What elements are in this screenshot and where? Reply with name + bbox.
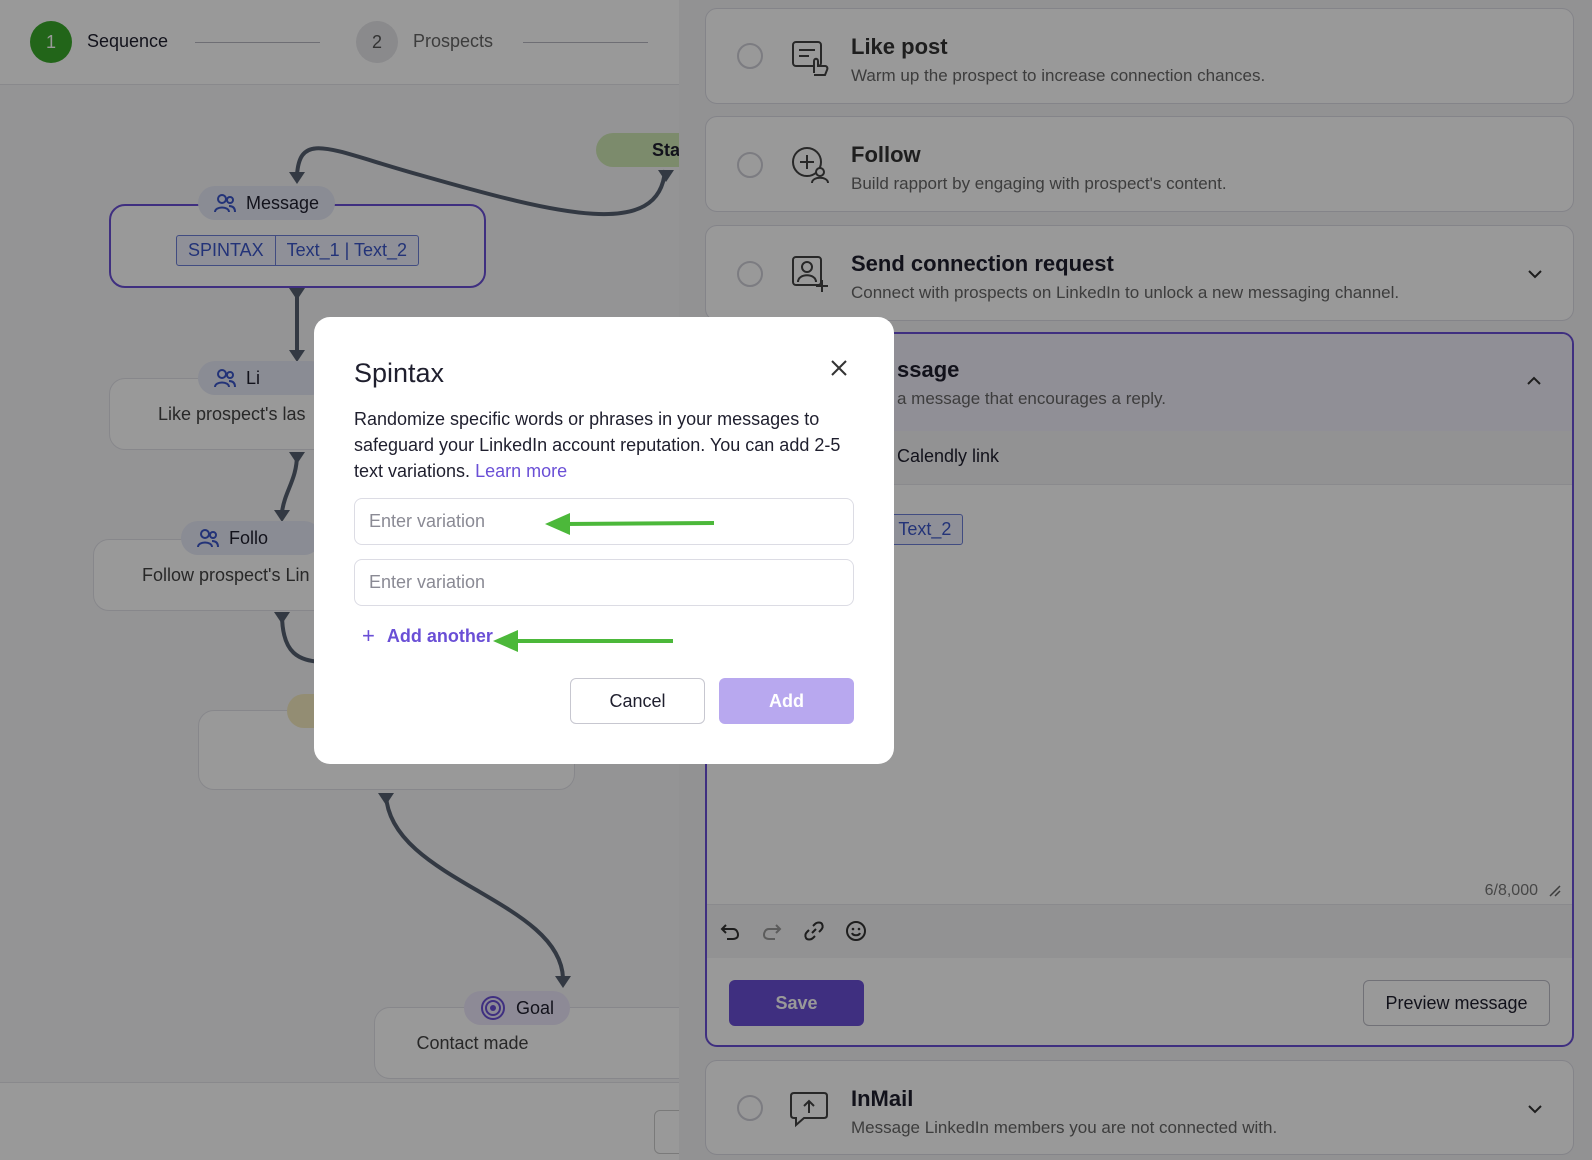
add-another-button[interactable]: + Add another	[362, 623, 493, 649]
plus-icon: +	[362, 623, 375, 648]
modal-title: Spintax	[354, 358, 445, 388]
close-button[interactable]	[824, 353, 854, 383]
variation-input-2[interactable]	[354, 559, 854, 606]
add-button[interactable]: Add	[719, 678, 854, 724]
learn-more-link[interactable]: Learn more	[475, 461, 567, 481]
variation-input-1[interactable]	[354, 498, 854, 545]
close-icon	[831, 360, 847, 376]
modal-description: Randomize specific words or phrases in y…	[354, 409, 841, 481]
spintax-modal: Spintax Randomize specific words or phra…	[314, 317, 894, 764]
cancel-button[interactable]: Cancel	[570, 678, 705, 724]
